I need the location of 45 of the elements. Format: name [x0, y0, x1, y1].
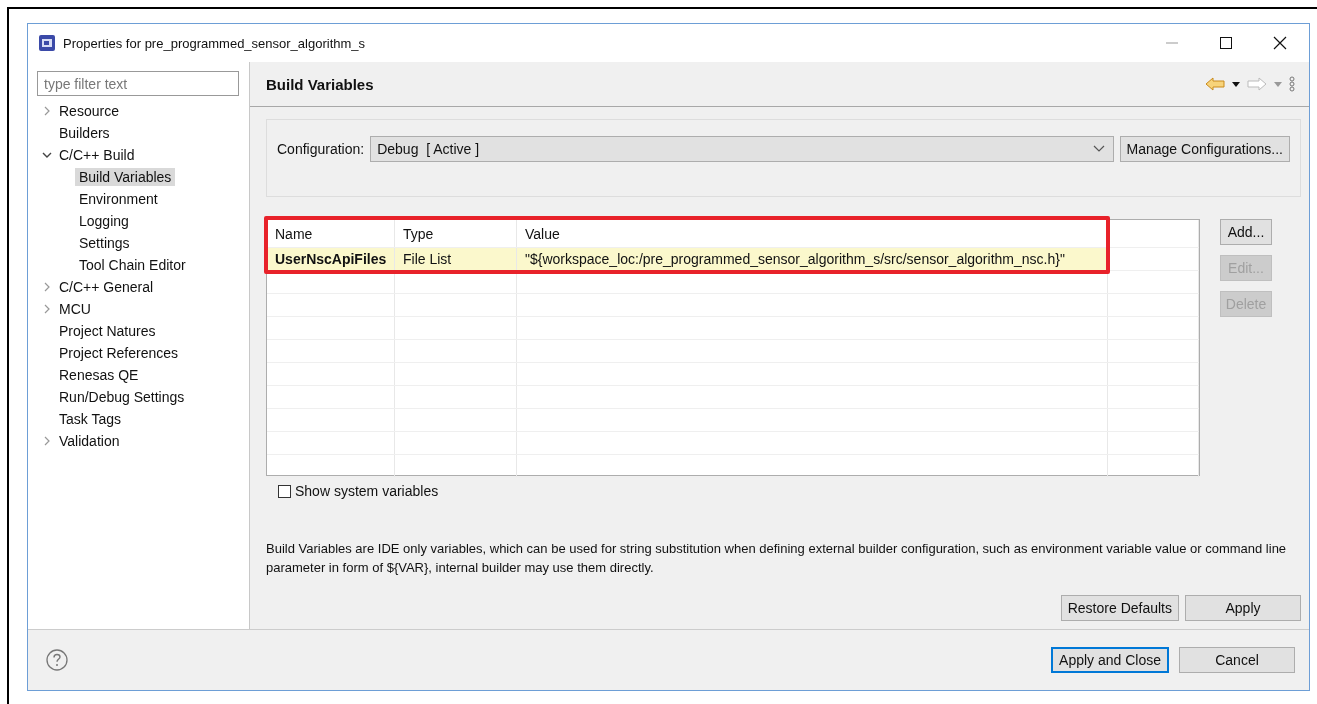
checkbox[interactable]: [278, 484, 291, 498]
column-header: Name: [267, 220, 395, 248]
back-arrow-icon[interactable]: [1205, 77, 1225, 91]
tree-item[interactable]: Resource: [55, 102, 123, 120]
configuration-dropdown[interactable]: Debug [ Active ]: [370, 136, 1114, 162]
tree-item[interactable]: Tool Chain Editor: [75, 256, 190, 274]
tree-item[interactable]: Logging: [75, 212, 133, 230]
table-cell: "${workspace_loc:/pre_programmed_sensor_algorithm_s/src/sensor_algorithm_nsc.h}": [516, 247, 1108, 271]
column-header: Type: [394, 220, 517, 248]
dialog-button[interactable]: Apply and Close: [1051, 647, 1169, 673]
tree-item[interactable]: Builders: [55, 124, 114, 142]
description-text: Build Variables are IDE only variables, which can be used for string substitution when defining external builder configuration, such as environment variable value or command line parameter in form of ${VAR}, internal builder may use them directly.: [266, 540, 1288, 577]
apply-button[interactable]: Apply: [1185, 595, 1301, 621]
window-title: Properties for pre_programmed_sensor_algorithm_s: [63, 35, 367, 51]
forward-arrow-icon[interactable]: [1247, 77, 1267, 91]
table-action-button[interactable]: Add...: [1220, 219, 1272, 245]
tree-item[interactable]: Build Variables: [75, 168, 176, 186]
tree-item[interactable]: Project Natures: [55, 322, 160, 340]
maximize-icon[interactable]: [1219, 36, 1233, 50]
dialog-button[interactable]: Cancel: [1179, 647, 1295, 673]
table-cell: File List: [394, 247, 517, 271]
tree-item[interactable]: Renesas QE: [55, 366, 143, 384]
chevron-down-icon: [1092, 145, 1105, 153]
tree-item[interactable]: Validation: [55, 432, 124, 450]
checkbox-label[interactable]: Show system variables: [295, 483, 439, 499]
tree-item[interactable]: Task Tags: [55, 410, 125, 428]
menu-icon[interactable]: [1289, 76, 1295, 92]
close-icon[interactable]: [1273, 36, 1287, 50]
dropdown-icon[interactable]: [1232, 81, 1240, 87]
tree-item[interactable]: Project References: [55, 344, 183, 362]
column-header: Value: [516, 220, 1108, 248]
configuration-label: Configuration:: [277, 140, 365, 157]
filter-field[interactable]: type filter text: [37, 71, 239, 96]
page-title: Build Variables: [266, 75, 374, 93]
table-cell: UserNscApiFiles: [267, 247, 395, 271]
tree-item[interactable]: Settings: [75, 234, 134, 252]
tree-item[interactable]: Environment: [75, 190, 162, 208]
app-icon: [38, 34, 56, 52]
tree-item[interactable]: C/C++ Build: [55, 146, 139, 164]
manage-configurations-button[interactable]: Manage Configurations...: [1119, 136, 1290, 162]
help-icon[interactable]: [46, 649, 68, 671]
tree-item[interactable]: MCU: [55, 300, 95, 318]
tree-item[interactable]: Run/Debug Settings: [55, 388, 189, 406]
tree-item[interactable]: C/C++ General: [55, 278, 158, 296]
restore-defaults-button[interactable]: Restore Defaults: [1060, 595, 1179, 621]
